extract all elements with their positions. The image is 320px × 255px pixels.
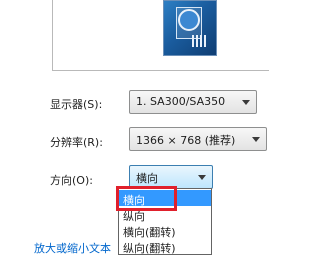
chevron-down-icon <box>242 100 250 105</box>
display-select-value: 1. SA300/SA350 <box>136 95 226 108</box>
display-label: 显示器(S): <box>50 98 103 111</box>
resolution-label: 分辨率(R): <box>50 136 103 149</box>
monitor-bars-icon <box>192 35 208 47</box>
resolution-select-value: 1366 × 768 (推荐) <box>136 134 236 147</box>
chevron-down-icon <box>198 175 206 180</box>
resolution-select[interactable]: 1366 × 768 (推荐) <box>129 127 267 151</box>
orientation-option-landscape-flipped[interactable]: 横向(翻转) <box>119 222 211 239</box>
monitor-icon[interactable] <box>163 0 217 56</box>
monitor-circle-icon <box>178 9 200 31</box>
red-highlight-box <box>116 186 177 211</box>
orientation-option-portrait-flipped[interactable]: 纵向(翻转) <box>119 238 211 255</box>
orientation-select-value: 横向 <box>136 172 158 185</box>
chevron-down-icon <box>252 137 260 142</box>
display-select[interactable]: 1. SA300/SA350 <box>129 90 257 114</box>
monitor-preview-area <box>52 0 269 71</box>
text-size-link[interactable]: 放大或缩小文本 <box>34 240 111 255</box>
orientation-label: 方向(O): <box>50 174 93 187</box>
